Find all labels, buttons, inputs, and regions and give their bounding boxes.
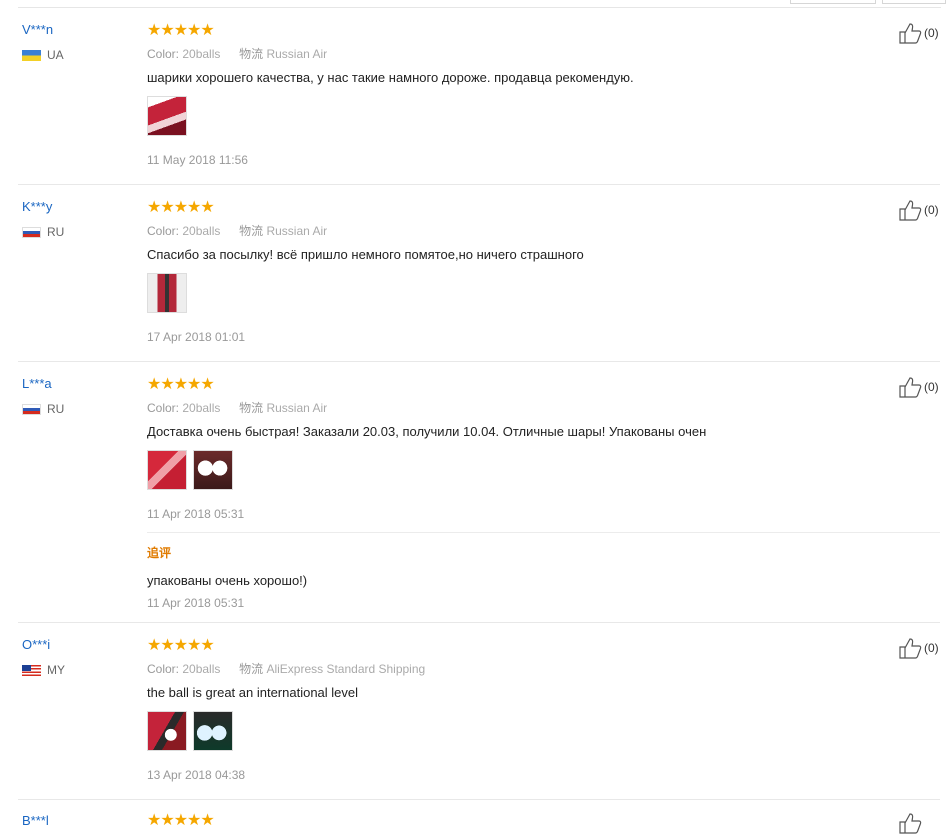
review-divider [18, 622, 940, 623]
russia-flag-icon [22, 226, 41, 238]
color-value: 20balls [182, 662, 221, 676]
review-text: Спасибо за посылку! всё пришло немного п… [147, 247, 584, 262]
like-count: (0) [924, 203, 939, 217]
country-code: MY [47, 663, 65, 677]
review-meta: Color: 20balls 物流 Russian Air [147, 45, 327, 62]
review-meta: Color: 20balls 物流 Russian Air [147, 399, 327, 416]
review-image-thumbnail[interactable] [193, 450, 233, 490]
review-image-thumbnail[interactable] [193, 711, 233, 751]
color-label: Color: [147, 47, 180, 61]
review-meta: Color: 20balls 物流 AliExpress Standard Sh… [147, 660, 425, 677]
shipping-label: 物流 [239, 47, 264, 61]
like-button[interactable]: (0) [898, 376, 939, 398]
reviewer-name[interactable]: B***l [22, 813, 49, 828]
country-code: RU [47, 402, 65, 416]
reviewer-country: UA [22, 48, 64, 62]
russia-flag-icon [22, 403, 41, 415]
followup-date: 11 Apr 2018 05:31 [147, 596, 245, 610]
shipping-value: Russian Air [266, 401, 328, 415]
reviewer-name[interactable]: O***i [22, 637, 50, 652]
review-meta: Color: 20balls 物流 Russian Air [147, 222, 327, 239]
like-count: (0) [924, 26, 939, 40]
color-value: 20balls [182, 401, 221, 415]
reviewer-country: RU [22, 402, 64, 416]
shipping-label: 物流 [239, 401, 264, 415]
like-button[interactable]: (0) [898, 22, 939, 44]
rating-stars: ★★★★★ [147, 637, 215, 654]
rating-stars: ★★★★★ [147, 22, 215, 39]
reviewer-country: MY [22, 663, 65, 677]
review-image-thumbnail[interactable] [147, 96, 187, 136]
review-images [147, 711, 233, 751]
rating-stars: ★★★★★ [147, 376, 215, 393]
shipping-label: 物流 [239, 224, 264, 238]
like-count: (0) [924, 380, 939, 394]
reviewer-name[interactable]: V***n [22, 22, 53, 37]
like-button[interactable] [898, 812, 924, 834]
thumbs-up-icon [899, 813, 922, 834]
review-divider [18, 361, 940, 362]
like-button[interactable]: (0) [898, 199, 939, 221]
sort-dropdown[interactable] [790, 0, 876, 4]
followup-divider [147, 532, 940, 533]
rating-stars: ★★★★★ [147, 199, 215, 216]
color-label: Color: [147, 224, 180, 238]
color-label: Color: [147, 662, 180, 676]
review-text: Доставка очень быстрая! Заказали 20.03, … [147, 424, 707, 439]
country-code: UA [47, 48, 64, 62]
additional-review-label: 追评 [147, 546, 172, 560]
review-image-thumbnail[interactable] [147, 711, 187, 751]
review-text: шарики хорошего качества, у нас такие на… [147, 70, 634, 85]
color-value: 20balls [182, 47, 221, 61]
reviewer-name[interactable]: L***a [22, 376, 52, 391]
shipping-value: Russian Air [266, 47, 328, 61]
review-date: 13 Apr 2018 04:38 [147, 768, 246, 782]
like-button[interactable]: (0) [898, 637, 939, 659]
reviewer-country: RU [22, 225, 64, 239]
thumbs-up-icon [899, 23, 922, 44]
ukraine-flag-icon [22, 49, 41, 61]
review-images [147, 96, 187, 136]
review-date: 11 Apr 2018 05:31 [147, 507, 245, 521]
shipping-label: 物流 [239, 662, 264, 676]
review-image-thumbnail[interactable] [147, 450, 187, 490]
shipping-value: Russian Air [266, 224, 328, 238]
reviewer-name[interactable]: K***y [22, 199, 52, 214]
top-divider [18, 7, 941, 8]
color-value: 20balls [182, 224, 221, 238]
color-label: Color: [147, 401, 180, 415]
thumbs-up-icon [899, 200, 922, 221]
review-divider [18, 184, 940, 185]
review-date: 17 Apr 2018 01:01 [147, 330, 246, 344]
followup-text: упакованы очень хорошо!) [147, 573, 308, 588]
filter-dropdown[interactable] [882, 0, 946, 4]
shipping-value: AliExpress Standard Shipping [266, 662, 426, 676]
malaysia-flag-icon [22, 664, 41, 676]
country-code: RU [47, 225, 65, 239]
sort-bar [0, 0, 947, 8]
review-text: the ball is great an international level [147, 685, 359, 700]
review-images [147, 273, 187, 313]
rating-stars: ★★★★★ [147, 812, 215, 829]
review-images [147, 450, 233, 490]
review-image-thumbnail[interactable] [147, 273, 187, 313]
review-divider [18, 799, 940, 800]
like-count: (0) [924, 641, 939, 655]
thumbs-up-icon [899, 638, 922, 659]
thumbs-up-icon [899, 377, 922, 398]
review-date: 11 May 2018 11:56 [147, 153, 248, 167]
